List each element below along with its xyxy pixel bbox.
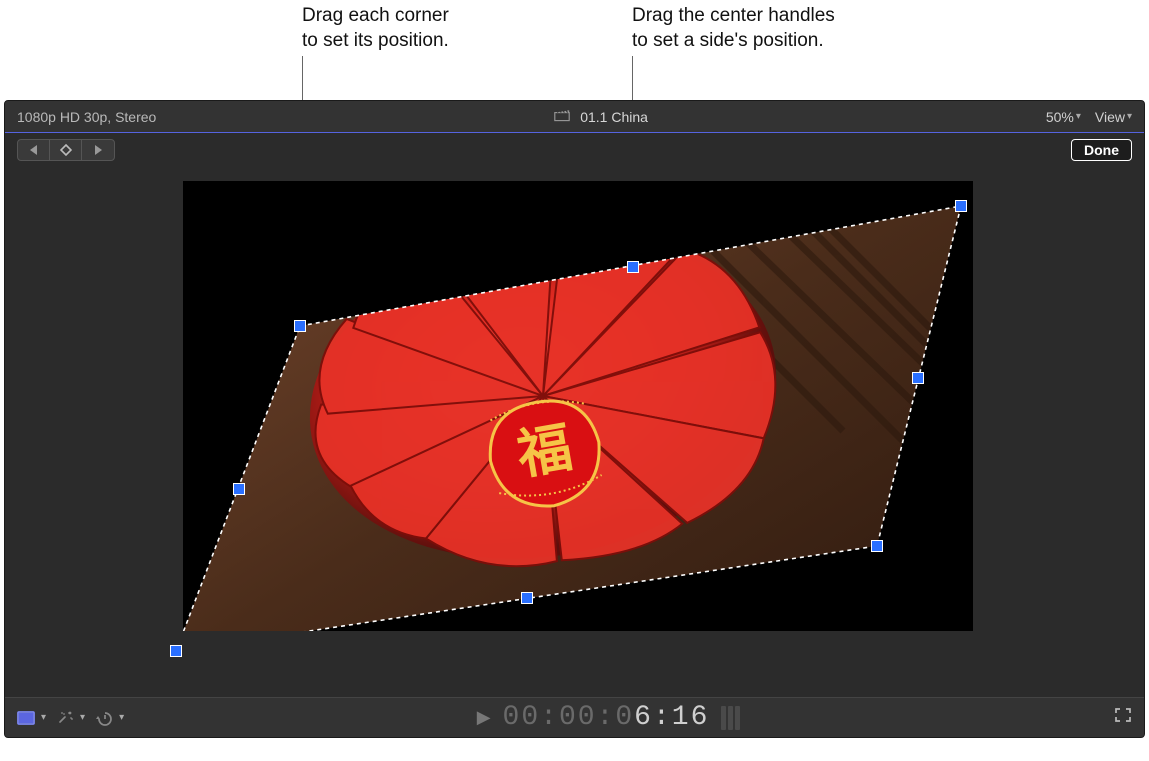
timecode-inactive: 00:00:0 <box>503 702 635 733</box>
keyframe-nav <box>17 139 115 161</box>
timecode-active: 6:16 <box>634 702 709 733</box>
add-keyframe-button[interactable] <box>50 140 82 160</box>
viewer[interactable]: 福 <box>5 167 1144 697</box>
canvas-frame: 福 <box>183 181 973 631</box>
view-menu[interactable]: View▾ <box>1095 109 1132 125</box>
distorted-image[interactable]: 福 <box>183 181 973 631</box>
onscreen-controls-row: Done <box>5 133 1144 167</box>
fullscreen-button[interactable] <box>1114 707 1132 728</box>
zoom-menu[interactable]: 50%▾ <box>1046 109 1081 125</box>
timecode[interactable]: 00:00:06:16 <box>503 702 710 733</box>
done-button[interactable]: Done <box>1071 139 1132 161</box>
handle-side-top[interactable] <box>627 261 639 273</box>
next-keyframe-button[interactable] <box>82 140 114 160</box>
chevron-down-icon: ▾ <box>41 712 46 723</box>
callout-side: Drag the center handles to set a side's … <box>632 4 835 53</box>
handle-side-right[interactable] <box>912 372 924 384</box>
viewer-panel: 1080p HD 30p, Stereo 01.1 China 50%▾ Vie… <box>4 100 1145 738</box>
callout-corner: Drag each corner to set its position. <box>302 4 449 53</box>
chevron-down-icon: ▾ <box>1127 111 1132 122</box>
project-format: 1080p HD 30p, Stereo <box>17 109 156 125</box>
effects-menu-button[interactable]: ▾ <box>17 710 46 726</box>
handle-side-bottom[interactable] <box>521 592 533 604</box>
retime-menu-button[interactable]: ▾ <box>95 710 124 726</box>
chevron-down-icon: ▾ <box>80 712 85 723</box>
prev-keyframe-button[interactable] <box>18 140 50 160</box>
handle-side-left[interactable] <box>233 483 245 495</box>
topbar: 1080p HD 30p, Stereo 01.1 China 50%▾ Vie… <box>5 101 1144 133</box>
bottombar: ▾ ▾ ▾ ▶ 00:00:06:16 <box>5 697 1144 737</box>
chevron-down-icon: ▾ <box>119 712 124 723</box>
svg-text:福: 福 <box>512 417 577 486</box>
enhance-menu-button[interactable]: ▾ <box>56 710 85 726</box>
chevron-down-icon: ▾ <box>1076 111 1081 122</box>
handle-corner-bl[interactable] <box>170 645 182 657</box>
clip-name: 01.1 China <box>580 109 648 125</box>
audio-meters <box>721 705 761 731</box>
play-icon[interactable]: ▶ <box>477 707 491 728</box>
handle-corner-tr[interactable] <box>955 200 967 212</box>
handle-corner-tl[interactable] <box>294 320 306 332</box>
handle-corner-br[interactable] <box>871 540 883 552</box>
clapper-icon <box>554 108 570 125</box>
